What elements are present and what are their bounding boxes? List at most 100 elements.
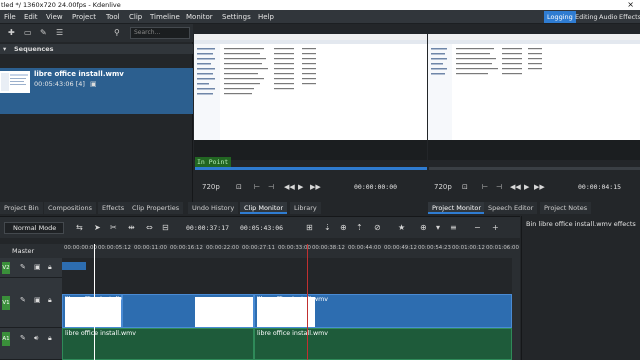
filter-icon[interactable]: ⚲ [114,28,120,38]
tab-library[interactable]: Library [290,202,321,214]
insert-icon[interactable]: ⇣ [324,223,331,233]
new-folder-icon[interactable]: ▭ [24,28,32,38]
menu-help[interactable]: Help [258,10,274,24]
ruler-tick: 00:00:00:00 [64,245,97,251]
sequences-folder[interactable]: ▾ Sequences [0,44,193,54]
video-clip[interactable] [122,294,254,328]
project-monitor-view[interactable] [428,34,640,160]
bin-clip-row[interactable]: libre office install.wmv 00:05:43:06 [4]… [0,68,193,114]
menu-monitor[interactable]: Monitor [186,10,213,24]
workspace-effects[interactable]: Effects [616,11,640,23]
lift-icon[interactable]: ⇡ [356,223,363,233]
favorite-star-icon[interactable]: ★ [398,223,405,233]
split-view-icon[interactable]: ⊞ [306,223,313,233]
lock-icon[interactable]: 🔒︎ [48,334,52,343]
tab-project-notes[interactable]: Project Notes [540,202,592,214]
small-clip[interactable] [62,262,86,270]
edit-icon[interactable]: ✎ [20,263,26,271]
menu-view[interactable]: View [46,10,63,24]
set-out-icon[interactable]: ⊣ [268,182,274,192]
slide-tool-icon[interactable]: ⊟ [162,223,169,233]
edit-mode-select[interactable]: Normal Mode [4,222,64,234]
track-header-v2[interactable]: V2 ✎ ▣ 🔒︎ [0,258,62,278]
ruler-tick: 00:01:06:00 [486,245,519,251]
fit-icon[interactable]: ⊡ [236,182,242,192]
set-in-icon[interactable]: ⊢ [254,182,260,192]
timeline-playhead[interactable] [94,244,95,360]
spacer-tool-icon[interactable]: ⇹ [128,223,135,233]
edit-icon[interactable]: ✎ [20,296,26,304]
add-clip-icon[interactable]: ✚ [8,28,15,38]
audio-clip[interactable]: libre office install.wmv [62,328,254,360]
timeline-ruler[interactable]: 00:00:00:00 00:00:05:12 00:00:11:00 00:0… [62,244,520,258]
track-header-v1[interactable]: V1 ✎ ▣ 🔒︎ [0,278,62,328]
sequences-label: Sequences [14,45,54,53]
zoom-in-icon[interactable]: + [492,223,499,233]
close-icon[interactable]: × [627,0,634,10]
tab-project-monitor[interactable]: Project Monitor [428,202,486,214]
tab-clip-monitor[interactable]: Clip Monitor [240,202,288,214]
clip-monitor-view[interactable] [194,34,427,160]
clip-monitor-timecode[interactable]: 00:00:00:00 [354,182,397,192]
tab-project-bin[interactable]: Project Bin [0,202,43,214]
menu-file[interactable]: File [4,10,16,24]
select-tool-icon[interactable]: ➤ [94,223,101,233]
chevron-down-icon[interactable]: ▾ [436,223,440,233]
razor-tool-icon[interactable]: ✂ [110,223,117,233]
track-v1-lane[interactable]: libre office install.wmv libre office in… [62,294,512,328]
forward-icon[interactable]: ▶▶ [534,182,545,192]
project-monitor-timecode[interactable]: 00:00:04:15 [578,182,621,192]
menu-project[interactable]: Project [72,10,96,24]
tab-undo-history[interactable]: Undo History [188,202,239,214]
slip-tool-icon[interactable]: ⇔ [146,223,153,233]
menu-edit[interactable]: Edit [24,10,38,24]
set-in-icon[interactable]: ⊢ [482,182,488,192]
edit-icon[interactable]: ✎ [20,334,26,342]
film-icon[interactable]: ▣ [34,263,41,271]
timeline-position[interactable]: 00:00:37:17 [186,223,229,233]
tag-icon[interactable]: ✎ [40,28,47,38]
overwrite-icon[interactable]: ⊕ [340,223,347,233]
tab-effects[interactable]: Effects [98,202,129,214]
menu-tool[interactable]: Tool [106,10,120,24]
film-icon[interactable]: ▣ [34,296,41,304]
bin-search-input[interactable]: Search... [130,27,190,39]
zoom-select[interactable]: 720p [434,182,452,192]
rewind-icon[interactable]: ◀◀ [284,182,295,192]
timeline-vertical-scrollbar[interactable] [512,258,520,360]
settings-icon[interactable]: ≡ [450,223,457,233]
tab-clip-properties[interactable]: Clip Properties [128,202,184,214]
extract-icon[interactable]: ⊘ [374,223,381,233]
video-clip[interactable]: libre office install.wmv [254,294,512,328]
track-a1-lane[interactable]: libre office install.wmv libre office in… [62,328,512,360]
hamburger-menu-icon[interactable]: ☰ [56,28,63,38]
fit-icon[interactable]: ⊡ [462,182,468,192]
play-icon[interactable]: ▶ [298,182,303,192]
play-icon[interactable]: ▶ [524,182,529,192]
zoom-select[interactable]: 720p [202,182,220,192]
rewind-icon[interactable]: ◀◀ [510,182,521,192]
menu-timeline[interactable]: Timeline [150,10,180,24]
lock-icon[interactable]: 🔒︎ [48,263,52,272]
tab-speech-editor[interactable]: Speech Editor [484,202,538,214]
project-monitor-ruler[interactable] [429,167,640,170]
tab-compositions[interactable]: Compositions [44,202,96,214]
track-header-a1[interactable]: A1 ✎ 🔊︎ 🔒︎ [0,328,62,360]
menu-clip[interactable]: Clip [129,10,142,24]
track-v2-lane[interactable] [62,258,512,294]
video-clip[interactable]: libre office install.wmv [62,294,136,328]
audio-clip[interactable]: libre office install.wmv [254,328,512,360]
ruler-tick: 00:00:38:12 [312,245,345,251]
speaker-icon[interactable]: 🔊︎ [34,334,38,343]
ruler-tick: 00:01:00:12 [452,245,485,251]
clip-monitor-zone-bar[interactable] [195,167,427,170]
lock-icon[interactable]: 🔒︎ [48,296,52,305]
ripple-icon[interactable]: ⇆ [76,223,83,233]
clip-duration: 00:05:43:06 [4] [34,80,85,88]
zoom-out-icon[interactable]: − [474,223,481,233]
add-marker-icon[interactable]: ⊕ [420,223,427,233]
set-out-icon[interactable]: ⊣ [496,182,502,192]
menu-settings[interactable]: Settings [222,10,251,24]
forward-icon[interactable]: ▶▶ [310,182,321,192]
ruler-tick: 00:00:11:00 [134,245,167,251]
